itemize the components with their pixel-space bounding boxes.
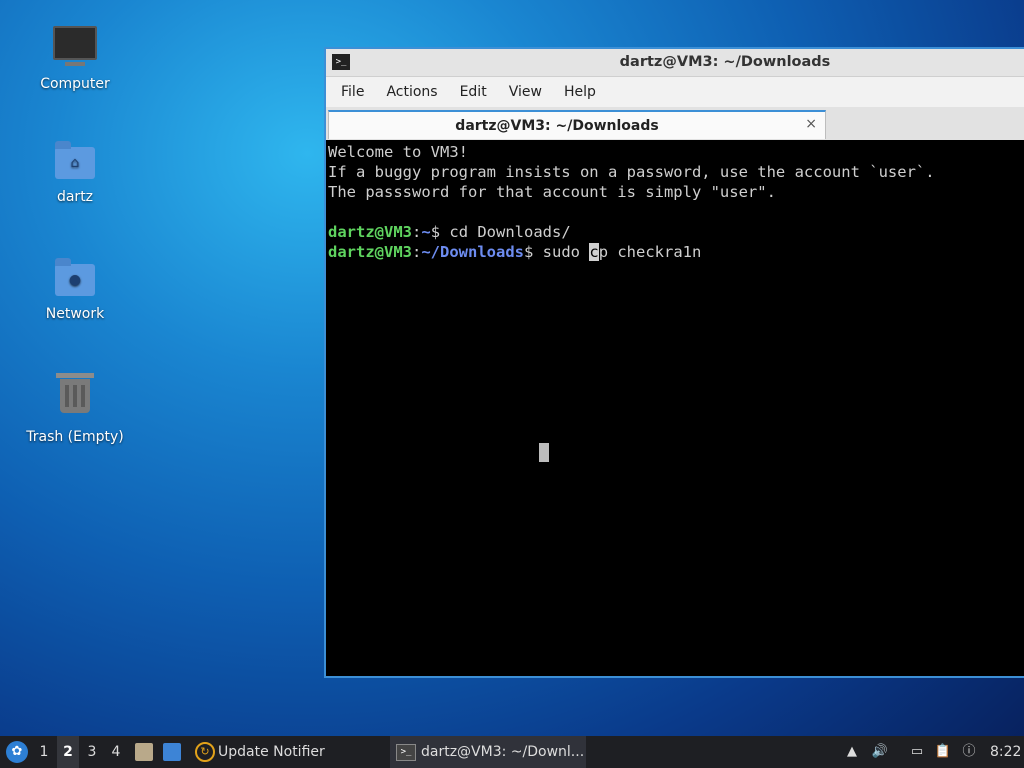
workspace-3[interactable]: 3: [81, 736, 103, 768]
menu-bar: File Actions Edit View Help: [326, 77, 1024, 107]
tab-terminal[interactable]: dartz@VM3: ~/Downloads ×: [328, 110, 826, 139]
terminal-line: The passsword for that account is simply…: [328, 183, 776, 201]
close-icon[interactable]: ×: [805, 116, 817, 132]
text-cursor: c: [589, 243, 599, 261]
command-text-pre: sudo: [542, 243, 590, 261]
task-label: dartz@VM3: ~/Downl...: [421, 744, 585, 760]
prompt-path: ~/Downloads: [421, 243, 524, 261]
tab-bar: dartz@VM3: ~/Downloads ×: [326, 107, 1024, 141]
command-text-post: p checkra1n: [598, 243, 702, 261]
desktop-icon-label: Computer: [40, 76, 110, 92]
desktop-icon-trash[interactable]: Trash (Empty): [20, 373, 130, 445]
desktop-icon-label: Trash (Empty): [26, 429, 124, 445]
workspace-2[interactable]: 2: [57, 736, 79, 768]
terminal-line: Welcome to VM3!: [328, 143, 468, 161]
menu-actions[interactable]: Actions: [375, 84, 448, 100]
clock[interactable]: 8:22: [990, 736, 1021, 768]
desktop-icon-network[interactable]: ● Network: [20, 256, 130, 322]
prompt-user: dartz@VM3: [328, 223, 412, 241]
desktop-icon-label: Network: [45, 306, 105, 322]
update-notifier-task[interactable]: Update Notifier: [218, 736, 325, 768]
network-icon[interactable]: ▭: [908, 743, 926, 761]
terminal-window[interactable]: >_ dartz@VM3: ~/Downloads File Actions E…: [324, 47, 1024, 678]
window-title: dartz@VM3: ~/Downloads: [619, 54, 831, 70]
terminal-line: dartz@VM3:~/Downloads$ sudo cp checkra1n: [328, 243, 702, 261]
menu-view[interactable]: View: [498, 84, 553, 100]
command-text: cd Downloads/: [449, 223, 571, 241]
scroll-up-icon[interactable]: ▲: [843, 743, 861, 761]
desktop-icon-home[interactable]: ⌂ dartz: [20, 139, 130, 205]
computer-icon: [53, 26, 97, 70]
workspace-4[interactable]: 4: [105, 736, 127, 768]
menu-edit[interactable]: Edit: [449, 84, 498, 100]
clipboard-icon[interactable]: 📋: [934, 743, 952, 761]
menu-help[interactable]: Help: [553, 84, 607, 100]
menu-file[interactable]: File: [330, 84, 375, 100]
notification-icon[interactable]: ⓘ: [960, 743, 978, 761]
mouse-cursor-icon: [539, 443, 549, 462]
start-menu-icon[interactable]: ✿: [6, 741, 28, 763]
update-notifier-icon[interactable]: ↻: [195, 742, 215, 762]
terminal-line: dartz@VM3:~$ cd Downloads/: [328, 223, 571, 241]
home-folder-icon: ⌂: [53, 139, 97, 183]
terminal-line: If a buggy program insists on a password…: [328, 163, 935, 181]
show-desktop-icon[interactable]: [163, 743, 181, 761]
workspace-1[interactable]: 1: [33, 736, 55, 768]
trash-icon: [53, 373, 97, 423]
volume-icon[interactable]: 🔊: [871, 743, 889, 761]
file-manager-icon[interactable]: [135, 743, 153, 761]
terminal-icon: >_: [396, 743, 416, 761]
desktop-icon-computer[interactable]: Computer: [20, 22, 130, 92]
taskbar-terminal-task[interactable]: >_ dartz@VM3: ~/Downl...: [390, 736, 586, 768]
desktop-icon-label: dartz: [56, 189, 94, 205]
prompt-path: ~: [421, 223, 431, 241]
tab-title: dartz@VM3: ~/Downloads: [455, 118, 659, 134]
network-folder-icon: ●: [53, 256, 97, 300]
prompt-user: dartz@VM3: [328, 243, 412, 261]
window-titlebar[interactable]: >_ dartz@VM3: ~/Downloads: [326, 49, 1024, 77]
taskbar: ✿ 1 2 3 4 ↻ Update Notifier >_ dartz@VM3:…: [0, 736, 1024, 768]
terminal-output[interactable]: Welcome to VM3! If a buggy program insis…: [326, 140, 1024, 676]
